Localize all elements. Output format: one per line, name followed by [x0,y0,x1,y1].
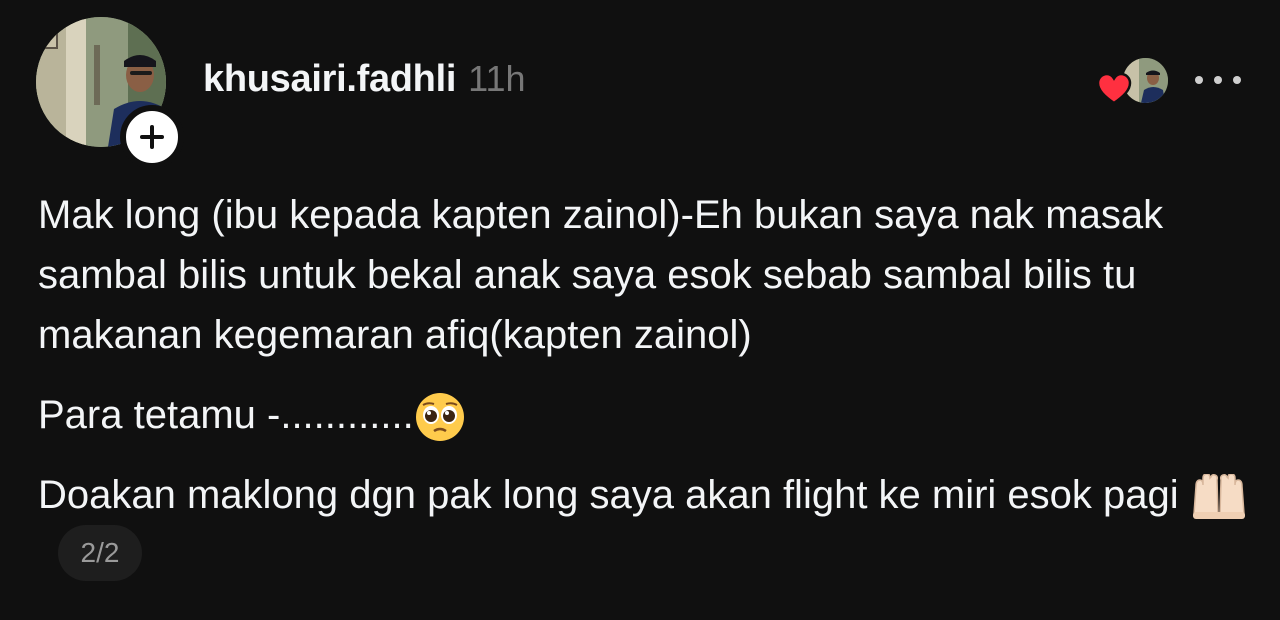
pleading-face-emoji [415,393,464,442]
more-options-button[interactable] [1190,60,1246,100]
author-username[interactable]: khusairi.fadhli [203,58,456,101]
post-body: Mak long (ibu kepada kapten zainol)-Eh b… [38,185,1253,605]
follow-button[interactable] [120,105,184,169]
palms-up-together-emoji [1192,474,1245,520]
post-header: khusairi.fadhli 11h [203,58,526,108]
thread-post: khusairi.fadhli 11h Mak long (ibu kepada… [0,0,1280,620]
post-paragraph-2-text: Para tetamu -............ [38,393,414,437]
thread-page-indicator: 2/2 [58,525,142,582]
post-paragraph-1: Mak long (ibu kepada kapten zainol)-Eh b… [38,193,1164,357]
plus-icon [140,125,164,149]
more-horizontal-icon [1195,76,1241,84]
post-paragraph-2: Para tetamu -............ [38,385,1253,445]
post-paragraph-3-text: Doakan maklong dgn pak long saya akan fl… [38,473,1179,517]
heart-icon [1096,72,1132,105]
author-avatar-container [36,17,184,169]
liked-by-indicator[interactable] [1096,56,1170,106]
post-paragraph-3: Doakan maklong dgn pak long saya akan fl… [38,465,1253,585]
post-timestamp: 11h [468,58,526,99]
